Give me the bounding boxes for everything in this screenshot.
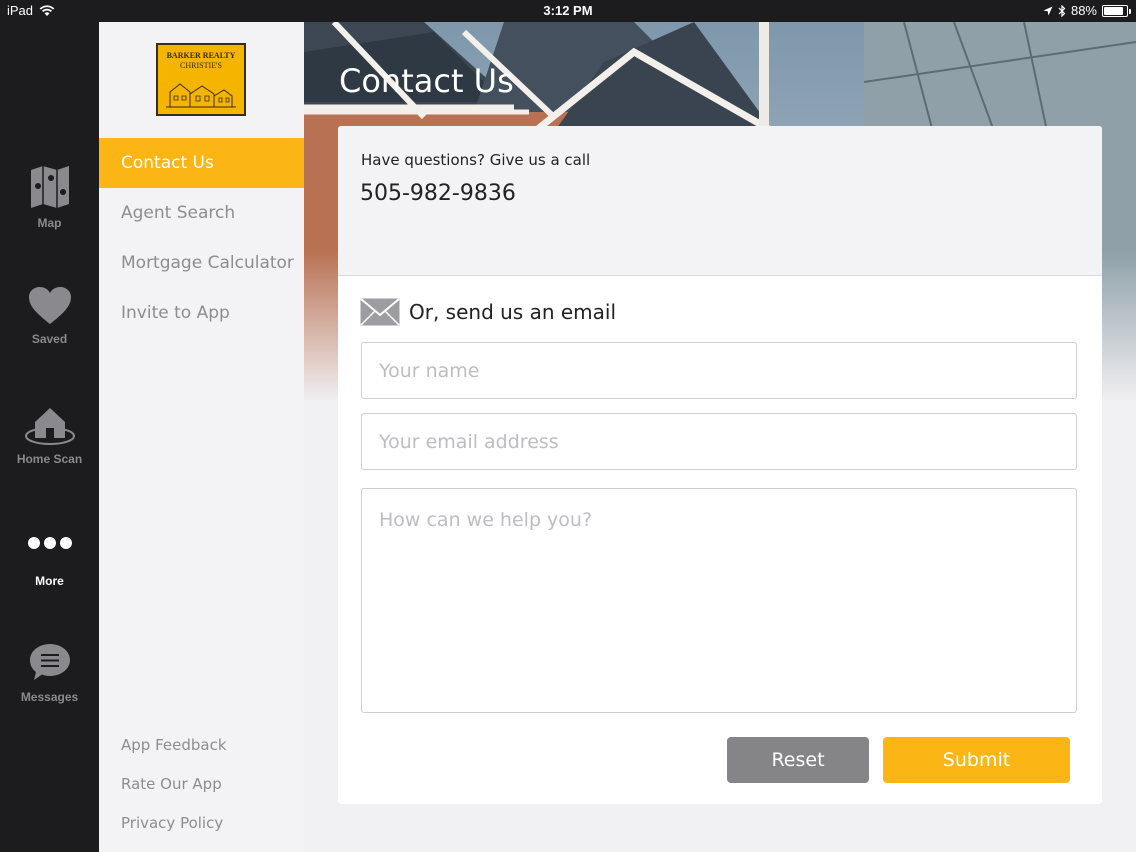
call-label: Have questions? Give us a call <box>361 151 591 169</box>
main-content: Contact Us Have questions? Give us a cal… <box>304 22 1136 852</box>
name-field <box>361 342 1077 399</box>
call-section: Have questions? Give us a call 505-982-9… <box>338 126 1102 276</box>
menu-item-contact-us[interactable]: Contact Us <box>99 138 304 188</box>
tab-bar: Map Saved Home Scan More Messages <box>0 22 99 852</box>
contact-card: Have questions? Give us a call 505-982-9… <box>338 126 1102 804</box>
menu-item-mortgage-calculator[interactable]: Mortgage Calculator <box>99 238 304 288</box>
tab-home-scan[interactable]: Home Scan <box>0 402 99 466</box>
map-icon <box>30 166 69 208</box>
chat-bubble-icon <box>29 644 70 680</box>
tab-messages[interactable]: Messages <box>0 642 99 704</box>
email-heading-text: Or, send us an email <box>409 300 617 324</box>
side-menu: BARKER REALTY CHRISTIE'S Contact Us Agen… <box>99 22 304 852</box>
location-arrow-icon <box>1043 6 1053 15</box>
page-title: Contact Us <box>339 62 514 100</box>
logo-line-1: BARKER REALTY <box>166 51 236 60</box>
battery-fill <box>1104 6 1124 15</box>
email-heading: Or, send us an email <box>360 298 616 326</box>
tab-label: Saved <box>31 332 68 346</box>
tab-saved[interactable]: Saved <box>0 286 99 346</box>
building-sketch-icon <box>166 83 236 108</box>
email-input[interactable] <box>362 414 1076 469</box>
app-feedback-link[interactable]: App Feedback <box>121 736 227 754</box>
tab-label: Map <box>37 216 62 230</box>
home-scan-icon <box>24 408 75 445</box>
rate-our-app-link[interactable]: Rate Our App <box>121 775 222 793</box>
status-right: 88% <box>1043 3 1131 18</box>
status-bar: iPad 3:12 PM 88% <box>0 0 1136 22</box>
email-field <box>361 413 1077 470</box>
menu-item-invite-to-app[interactable]: Invite to App <box>99 288 304 338</box>
reset-button[interactable]: Reset <box>727 737 869 783</box>
menu-item-agent-search[interactable]: Agent Search <box>99 188 304 238</box>
message-textarea[interactable] <box>362 489 1076 712</box>
tab-label: Home Scan <box>16 452 83 466</box>
phone-number-link[interactable]: 505-982-9836 <box>360 181 516 206</box>
tab-more[interactable]: More <box>0 536 99 588</box>
submit-button[interactable]: Submit <box>883 737 1070 783</box>
status-time: 3:12 PM <box>543 3 593 18</box>
heart-icon <box>28 287 71 324</box>
tab-label: Messages <box>20 690 79 704</box>
privacy-policy-link[interactable]: Privacy Policy <box>121 814 223 832</box>
battery-icon <box>1102 4 1131 17</box>
brokerage-logo: BARKER REALTY CHRISTIE'S <box>156 43 246 116</box>
more-dots-icon <box>27 537 72 549</box>
tab-map[interactable]: Map <box>0 164 99 230</box>
logo-line-2: CHRISTIE'S <box>180 61 222 70</box>
bluetooth-icon <box>1058 4 1066 17</box>
tab-label: More <box>35 574 64 588</box>
name-input[interactable] <box>362 343 1076 398</box>
message-field <box>361 488 1077 713</box>
envelope-icon <box>360 298 400 326</box>
battery-percent: 88% <box>1070 3 1097 18</box>
